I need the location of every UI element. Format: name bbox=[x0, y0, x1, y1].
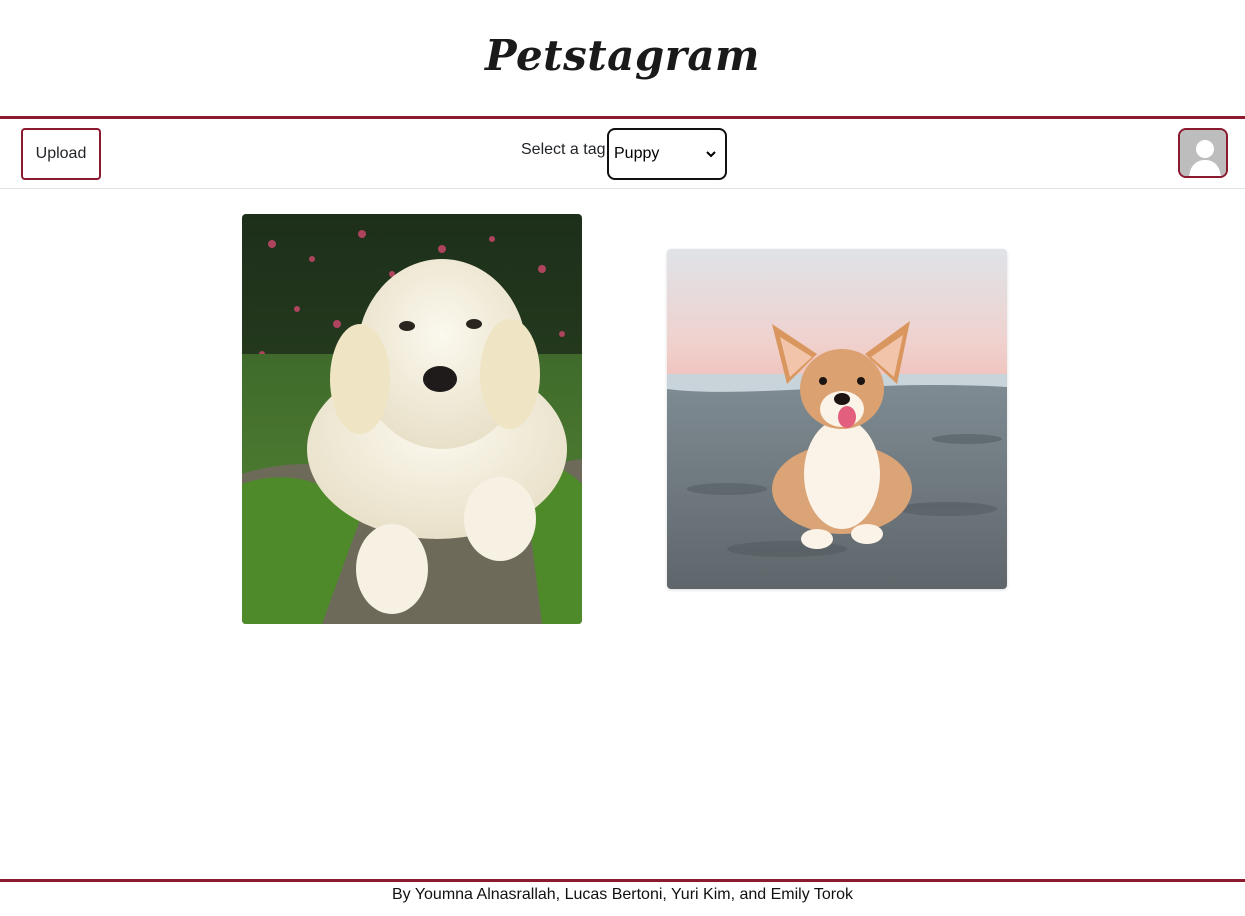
site-header: Petstagram bbox=[0, 0, 1245, 116]
post-image-corgi[interactable] bbox=[667, 249, 1007, 589]
tag-select-label: Select a tag: bbox=[521, 141, 610, 158]
tag-select-value: Puppy bbox=[614, 145, 660, 162]
site-title: Petstagram bbox=[485, 30, 760, 80]
page: Petstagram Upload Select a tag: Puppy By… bbox=[0, 0, 1245, 916]
footer-credits: By Youmna Alnasrallah, Lucas Bertoni, Yu… bbox=[392, 886, 853, 903]
tag-select[interactable]: Puppy bbox=[607, 128, 727, 180]
profile-button[interactable] bbox=[1178, 128, 1228, 178]
chevron-down-icon bbox=[706, 151, 716, 158]
toolbar: Upload Select a tag: Puppy bbox=[0, 119, 1245, 189]
puppy-photo bbox=[242, 214, 582, 624]
corgi-photo bbox=[667, 249, 1007, 589]
upload-button[interactable]: Upload bbox=[21, 128, 101, 180]
user-avatar-icon bbox=[1180, 130, 1226, 176]
post-image-puppy[interactable] bbox=[242, 214, 582, 624]
